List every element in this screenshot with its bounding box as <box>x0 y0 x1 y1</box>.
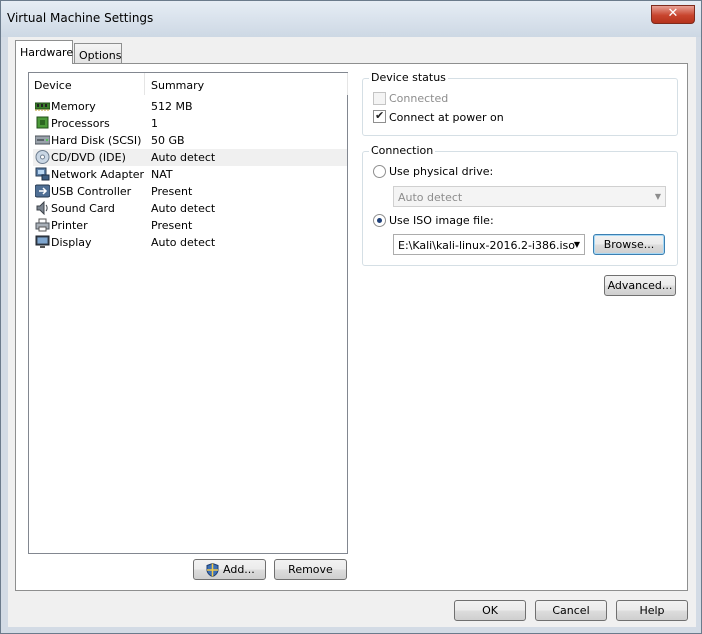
device-summary: Auto detect <box>151 236 216 249</box>
device-row-cd-dvd[interactable]: CD/DVD (IDE) Auto detect <box>33 149 347 166</box>
device-summary: NAT <box>151 168 173 181</box>
connected-label: Connected <box>389 92 449 105</box>
device-summary: Present <box>151 185 193 198</box>
usb-controller-icon <box>35 184 50 198</box>
device-summary: Present <box>151 219 193 232</box>
window-title: Virtual Machine Settings <box>7 11 154 25</box>
physical-drive-radio[interactable] <box>373 165 386 178</box>
chevron-down-icon: ▼ <box>654 192 661 201</box>
iso-path-value: E:\Kali\kali-linux-2016.2-i386.iso <box>398 239 575 252</box>
connect-at-power-on-label: Connect at power on <box>389 111 504 124</box>
device-row-hard-disk[interactable]: Hard Disk (SCSI) 50 GB <box>33 132 347 149</box>
dialog-client-area: Hardware Options Device Summary Memory 5… <box>8 37 696 627</box>
device-name: Sound Card <box>51 202 115 215</box>
device-summary: Auto detect <box>151 151 216 164</box>
column-divider[interactable] <box>144 73 145 95</box>
device-name: Memory <box>51 100 96 113</box>
title-bar[interactable]: Virtual Machine Settings ✕ <box>1 1 701 37</box>
cancel-button[interactable]: Cancel <box>535 600 607 621</box>
printer-icon <box>35 218 50 232</box>
ok-button[interactable]: OK <box>454 600 526 621</box>
add-button-label: Add... <box>223 563 255 576</box>
iso-path-select[interactable]: E:\Kali\kali-linux-2016.2-i386.iso ▼ <box>393 234 585 255</box>
device-row-network-adapter[interactable]: Network Adapter NAT <box>33 166 347 183</box>
processor-icon <box>36 116 49 129</box>
connection-group: Connection Use physical drive: Auto dete… <box>362 144 678 266</box>
device-row-memory[interactable]: Memory 512 MB <box>33 98 347 115</box>
connected-checkbox[interactable] <box>373 92 386 105</box>
device-name: Processors <box>51 117 110 130</box>
device-name: Display <box>51 236 92 249</box>
device-row-display[interactable]: Display Auto detect <box>33 234 347 251</box>
physical-drive-select[interactable]: Auto detect ▼ <box>393 186 666 207</box>
display-icon <box>35 235 50 248</box>
checkmark-icon: ✔ <box>375 109 385 122</box>
device-summary: 512 MB <box>151 100 193 113</box>
device-name: USB Controller <box>51 185 132 198</box>
add-device-button[interactable]: Add... <box>193 559 266 580</box>
device-list-header: Device Summary <box>29 73 348 95</box>
hard-disk-icon <box>35 135 50 145</box>
device-name: CD/DVD (IDE) <box>51 151 126 164</box>
sound-card-icon <box>36 201 48 215</box>
uac-shield-icon <box>206 563 219 577</box>
chevron-down-icon: ▼ <box>573 240 580 249</box>
connection-title: Connection <box>369 144 436 157</box>
help-button[interactable]: Help <box>616 600 688 621</box>
network-adapter-icon <box>35 167 50 181</box>
radio-selected-dot <box>377 218 382 223</box>
device-summary: 50 GB <box>151 134 185 147</box>
device-row-usb-controller[interactable]: USB Controller Present <box>33 183 347 200</box>
device-name: Network Adapter <box>51 168 145 181</box>
column-divider[interactable] <box>347 73 348 95</box>
memory-icon <box>35 102 50 111</box>
close-button[interactable]: ✕ <box>651 5 695 24</box>
iso-image-label: Use ISO image file: <box>389 214 494 227</box>
close-icon: ✕ <box>667 6 679 21</box>
tab-hardware[interactable]: Hardware <box>15 40 73 64</box>
device-list[interactable]: Device Summary Memory 512 MB Processors … <box>28 72 348 554</box>
iso-image-radio[interactable] <box>373 214 386 227</box>
device-summary: Auto detect <box>151 202 216 215</box>
device-summary: 1 <box>151 117 158 130</box>
device-row-printer[interactable]: Printer Present <box>33 217 347 234</box>
hardware-tab-panel: Device Summary Memory 512 MB Processors … <box>15 63 688 591</box>
browse-button[interactable]: Browse... <box>593 234 665 255</box>
device-name: Printer <box>51 219 88 232</box>
physical-drive-label: Use physical drive: <box>389 165 494 178</box>
remove-device-button[interactable]: Remove <box>274 559 347 580</box>
device-name: Hard Disk (SCSI) <box>51 134 142 147</box>
vm-settings-window: Virtual Machine Settings ✕ Hardware Opti… <box>0 0 702 634</box>
tab-options[interactable]: Options <box>74 43 122 64</box>
connect-at-power-on-checkbox[interactable]: ✔ <box>373 109 386 123</box>
column-header-summary[interactable]: Summary <box>151 79 204 92</box>
advanced-button[interactable]: Advanced... <box>604 275 676 296</box>
device-status-title: Device status <box>369 71 448 84</box>
column-header-device[interactable]: Device <box>34 79 72 92</box>
device-status-group: Device status Connected ✔ Connect at pow… <box>362 71 678 136</box>
physical-drive-value: Auto detect <box>398 191 463 204</box>
cd-dvd-icon <box>35 150 50 164</box>
device-row-sound-card[interactable]: Sound Card Auto detect <box>33 200 347 217</box>
device-row-processors[interactable]: Processors 1 <box>33 115 347 132</box>
